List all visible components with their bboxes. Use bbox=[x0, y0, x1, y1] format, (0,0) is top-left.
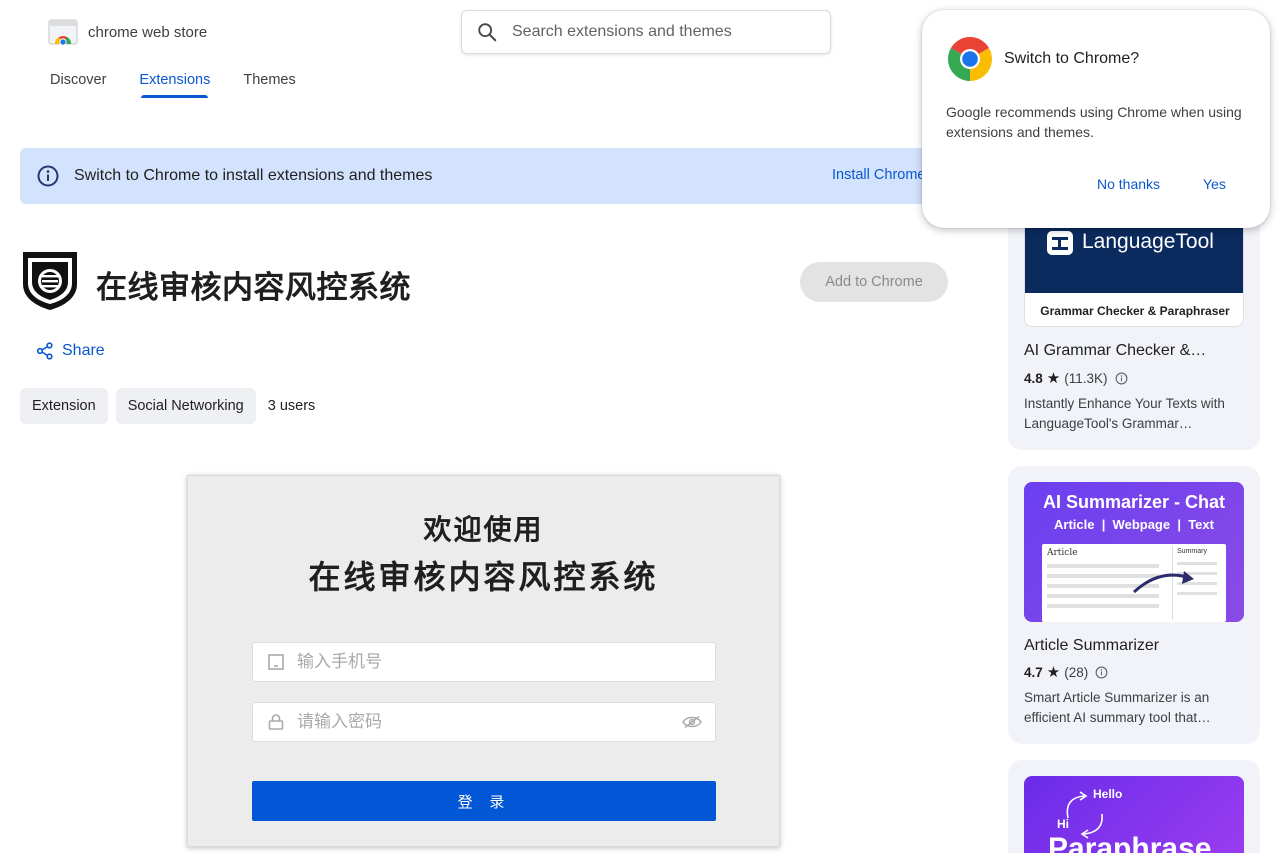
login-button: 登 录 bbox=[252, 781, 716, 821]
password-input bbox=[297, 712, 657, 732]
info-icon bbox=[1095, 666, 1108, 678]
screenshot-system-name: 在线审核内容风控系统 bbox=[308, 558, 659, 596]
shield-icon bbox=[23, 252, 77, 310]
screenshot-welcome: 欢迎使用 bbox=[423, 513, 544, 546]
rating-count: (28) bbox=[1064, 664, 1089, 680]
password-field bbox=[252, 702, 716, 742]
related-card-summarizer[interactable]: AI Summarizer - Chat Article | Webpage |… bbox=[1008, 466, 1260, 744]
extension-chips: Extension Social Networking 3 users bbox=[20, 388, 315, 424]
chip-extension[interactable]: Extension bbox=[20, 388, 108, 424]
rating-value: 4.7 bbox=[1024, 664, 1043, 680]
extension-screenshot[interactable]: 欢迎使用 在线审核内容风控系统 登 录 bbox=[187, 475, 780, 847]
eye-off-icon bbox=[682, 715, 702, 729]
user-count: 3 users bbox=[267, 398, 316, 414]
card-rating: 4.7 ★ (28) bbox=[1024, 663, 1108, 681]
languagetool-logo-icon bbox=[1047, 231, 1073, 255]
star-icon: ★ bbox=[1046, 664, 1061, 681]
add-to-chrome-button[interactable]: Add to Chrome bbox=[800, 262, 948, 302]
related-card-languagetool[interactable]: LanguageTool Grammar Checker & Paraphras… bbox=[1008, 200, 1260, 450]
popup-body: Google recommends using Chrome when usin… bbox=[946, 104, 1242, 140]
rating-count: (11.3K) bbox=[1064, 370, 1108, 386]
chrome-logo-icon bbox=[948, 37, 992, 81]
card-description: Instantly Enhance Your Texts with Langua… bbox=[1024, 396, 1225, 431]
switch-banner: Switch to Chrome to install extensions a… bbox=[20, 148, 960, 204]
install-chrome-link[interactable]: Install Chrome bbox=[832, 167, 925, 183]
popup-title: Switch to Chrome? bbox=[1004, 50, 1140, 67]
info-icon bbox=[1115, 372, 1127, 384]
star-icon: ★ bbox=[1046, 370, 1061, 387]
summarizer-thumbnail: AI Summarizer - Chat Article | Webpage |… bbox=[1024, 482, 1244, 622]
thumb-article-label: Article bbox=[1047, 548, 1078, 558]
languagetool-thumb-title: LanguageTool bbox=[1082, 230, 1214, 253]
related-card-paraphrase[interactable]: Hello Hi Paraphrase bbox=[1008, 760, 1260, 853]
card-name: AI Grammar Checker &… bbox=[1024, 342, 1207, 359]
switch-to-chrome-popup: Switch to Chrome? Google recommends usin… bbox=[922, 10, 1270, 228]
store-name: chrome web store bbox=[88, 23, 208, 41]
search-icon bbox=[478, 23, 497, 42]
share-icon bbox=[36, 342, 53, 360]
top-nav: Discover Extensions Themes bbox=[50, 72, 296, 98]
chip-category[interactable]: Social Networking bbox=[115, 388, 256, 424]
info-icon bbox=[37, 165, 59, 187]
paraphrase-thumbnail: Hello Hi Paraphrase bbox=[1024, 776, 1244, 853]
phone-icon bbox=[268, 654, 284, 670]
lock-icon bbox=[268, 714, 284, 730]
phone-field bbox=[252, 642, 716, 682]
chrome-web-store-icon bbox=[48, 19, 78, 46]
extension-title: 在线审核内容风控系统 bbox=[96, 270, 411, 306]
share-label: Share bbox=[62, 342, 105, 359]
card-description: Smart Article Summarizer is an efficient… bbox=[1024, 690, 1211, 725]
summarizer-thumb-title: AI Summarizer - Chat bbox=[1042, 492, 1226, 512]
store-logo[interactable]: chrome web store bbox=[48, 18, 207, 46]
tab-discover[interactable]: Discover bbox=[50, 72, 106, 98]
arrow-icon bbox=[1132, 571, 1194, 594]
summarizer-thumb-subtitle: Article | Webpage | Text bbox=[1054, 517, 1214, 532]
no-thanks-button[interactable]: No thanks bbox=[1097, 176, 1160, 192]
yes-button[interactable]: Yes bbox=[1203, 176, 1226, 192]
search-input[interactable] bbox=[512, 23, 812, 41]
banner-message: Switch to Chrome to install extensions a… bbox=[74, 167, 433, 184]
card-name: Article Summarizer bbox=[1024, 637, 1160, 654]
thumb-paraphrase-title: Paraphrase bbox=[1048, 832, 1212, 853]
tab-themes[interactable]: Themes bbox=[243, 72, 295, 98]
thumb-summary-label: Summary bbox=[1177, 548, 1207, 555]
search-box[interactable] bbox=[461, 10, 831, 54]
thumb-hi: Hi bbox=[1057, 817, 1069, 831]
rating-value: 4.8 bbox=[1024, 370, 1043, 386]
thumb-hello: Hello bbox=[1093, 787, 1123, 801]
tab-extensions[interactable]: Extensions bbox=[139, 72, 210, 98]
phone-input bbox=[297, 652, 657, 672]
share-button[interactable]: Share bbox=[36, 342, 105, 360]
languagetool-thumb-subtitle: Grammar Checker & Paraphraser bbox=[1040, 304, 1230, 318]
card-rating: 4.8 ★ (11.3K) bbox=[1024, 369, 1128, 387]
